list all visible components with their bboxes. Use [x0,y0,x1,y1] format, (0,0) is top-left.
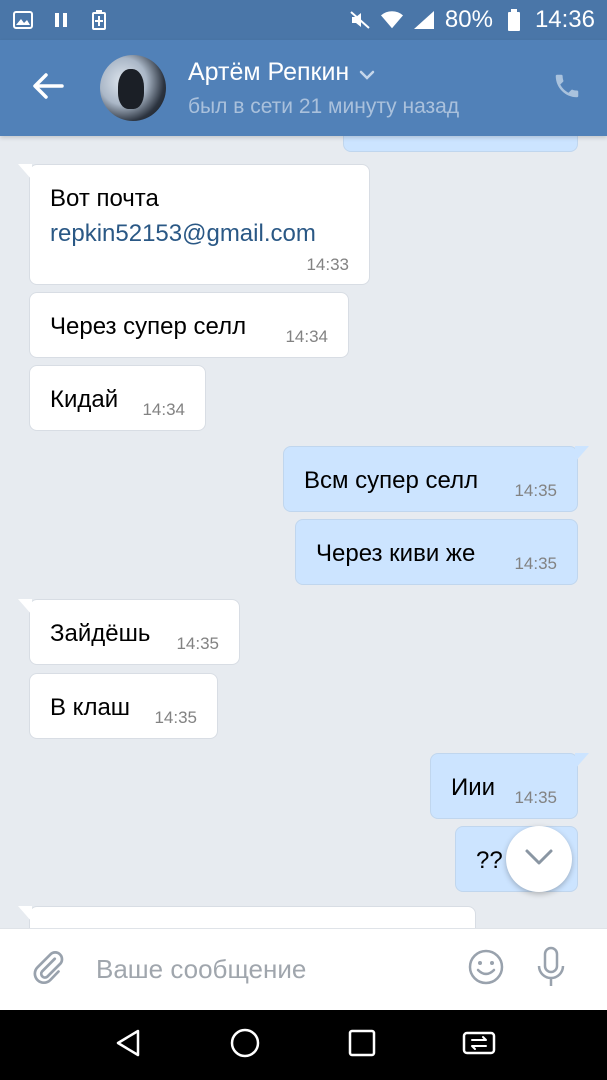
message-bubble-incoming[interactable]: Вот почта repkin52153@gmail.com 14:33 [18,164,370,285]
contact-last-seen: был в сети 21 минуту назад [188,94,460,118]
contact-info[interactable]: Артём Репкин был в сети 21 минуту назад [188,58,459,119]
chevron-down-icon [359,58,375,87]
message-text: Через киви же [316,540,476,567]
clock: 14:36 [534,6,595,33]
signal-icon [413,10,435,30]
system-navigation-bar [0,1010,607,1080]
message-text: Всм супер селл [304,467,479,494]
message-text: ?? [476,847,503,874]
scroll-down-button[interactable] [506,826,572,892]
avatar[interactable] [100,55,166,121]
triangle-back-icon [114,1028,142,1063]
pause-notification-icon [50,10,72,30]
message-time: 14:35 [176,634,219,653]
call-button[interactable] [527,40,607,136]
message-time: 14:35 [514,554,557,573]
message-bubble-incoming[interactable]: В клаш 14:35 [29,673,218,739]
voice-message-button[interactable] [516,929,586,1011]
switch-app-icon [462,1030,496,1061]
message-list[interactable]: Вот почта repkin52153@gmail.com 14:33 Че… [0,136,607,928]
message-bubble-partial[interactable] [18,906,476,928]
mute-icon [349,10,371,30]
message-text: Зайдёшь [50,620,151,647]
message-text: Кидай [50,386,119,413]
battery-saver-icon [88,10,110,30]
message-text: Иии [451,774,496,801]
message-composer [0,928,607,1010]
message-bubble-incoming[interactable]: Кидай 14:34 [29,365,206,431]
status-bar: 80% 14:36 [0,0,607,40]
message-text: Через супер селл [50,313,247,340]
message-time: 14:35 [514,788,557,807]
battery-percent: 80% [444,6,493,33]
message-bubble-outgoing[interactable]: Через киви же 14:35 [295,519,578,585]
email-link[interactable]: repkin52153@gmail.com [50,220,316,248]
square-recents-icon [347,1028,377,1063]
wifi-icon [380,10,403,30]
nav-home-button[interactable] [215,1015,275,1075]
nav-recents-button[interactable] [332,1015,392,1075]
message-input[interactable] [96,954,446,985]
message-bubble-partial[interactable] [343,136,578,152]
arrow-left-icon [32,72,64,105]
message-time: 14:35 [514,481,557,500]
message-time: 14:33 [306,255,349,274]
message-bubble-outgoing[interactable]: Всм супер селл 14:35 [283,446,589,512]
message-bubble-outgoing[interactable]: Иии 14:35 [430,753,589,819]
message-text: В клаш [50,694,131,721]
gallery-notification-icon [12,10,34,30]
battery-icon [503,9,525,31]
message-bubble-incoming[interactable]: Зайдёшь 14:35 [18,599,240,665]
chat-header: Артём Репкин был в сети 21 минуту назад [0,40,607,136]
message-text: Вот почта [50,185,159,212]
attach-button[interactable] [0,929,96,1011]
nav-switch-app-button[interactable] [449,1015,509,1075]
back-button[interactable] [0,40,96,136]
chevron-down-icon [524,848,554,871]
message-time: 14:34 [142,400,185,419]
paperclip-icon [30,949,66,990]
circle-home-icon [229,1027,261,1064]
contact-name: Артём Репкин [188,57,350,86]
smiley-icon [467,948,505,991]
microphone-icon [536,946,566,993]
message-bubble-incoming[interactable]: Через супер селл 14:34 [29,292,349,358]
phone-icon [552,71,582,106]
message-time: 14:35 [154,708,197,727]
emoji-button[interactable] [456,929,516,1011]
message-time: 14:34 [285,327,328,346]
nav-back-button[interactable] [98,1015,158,1075]
